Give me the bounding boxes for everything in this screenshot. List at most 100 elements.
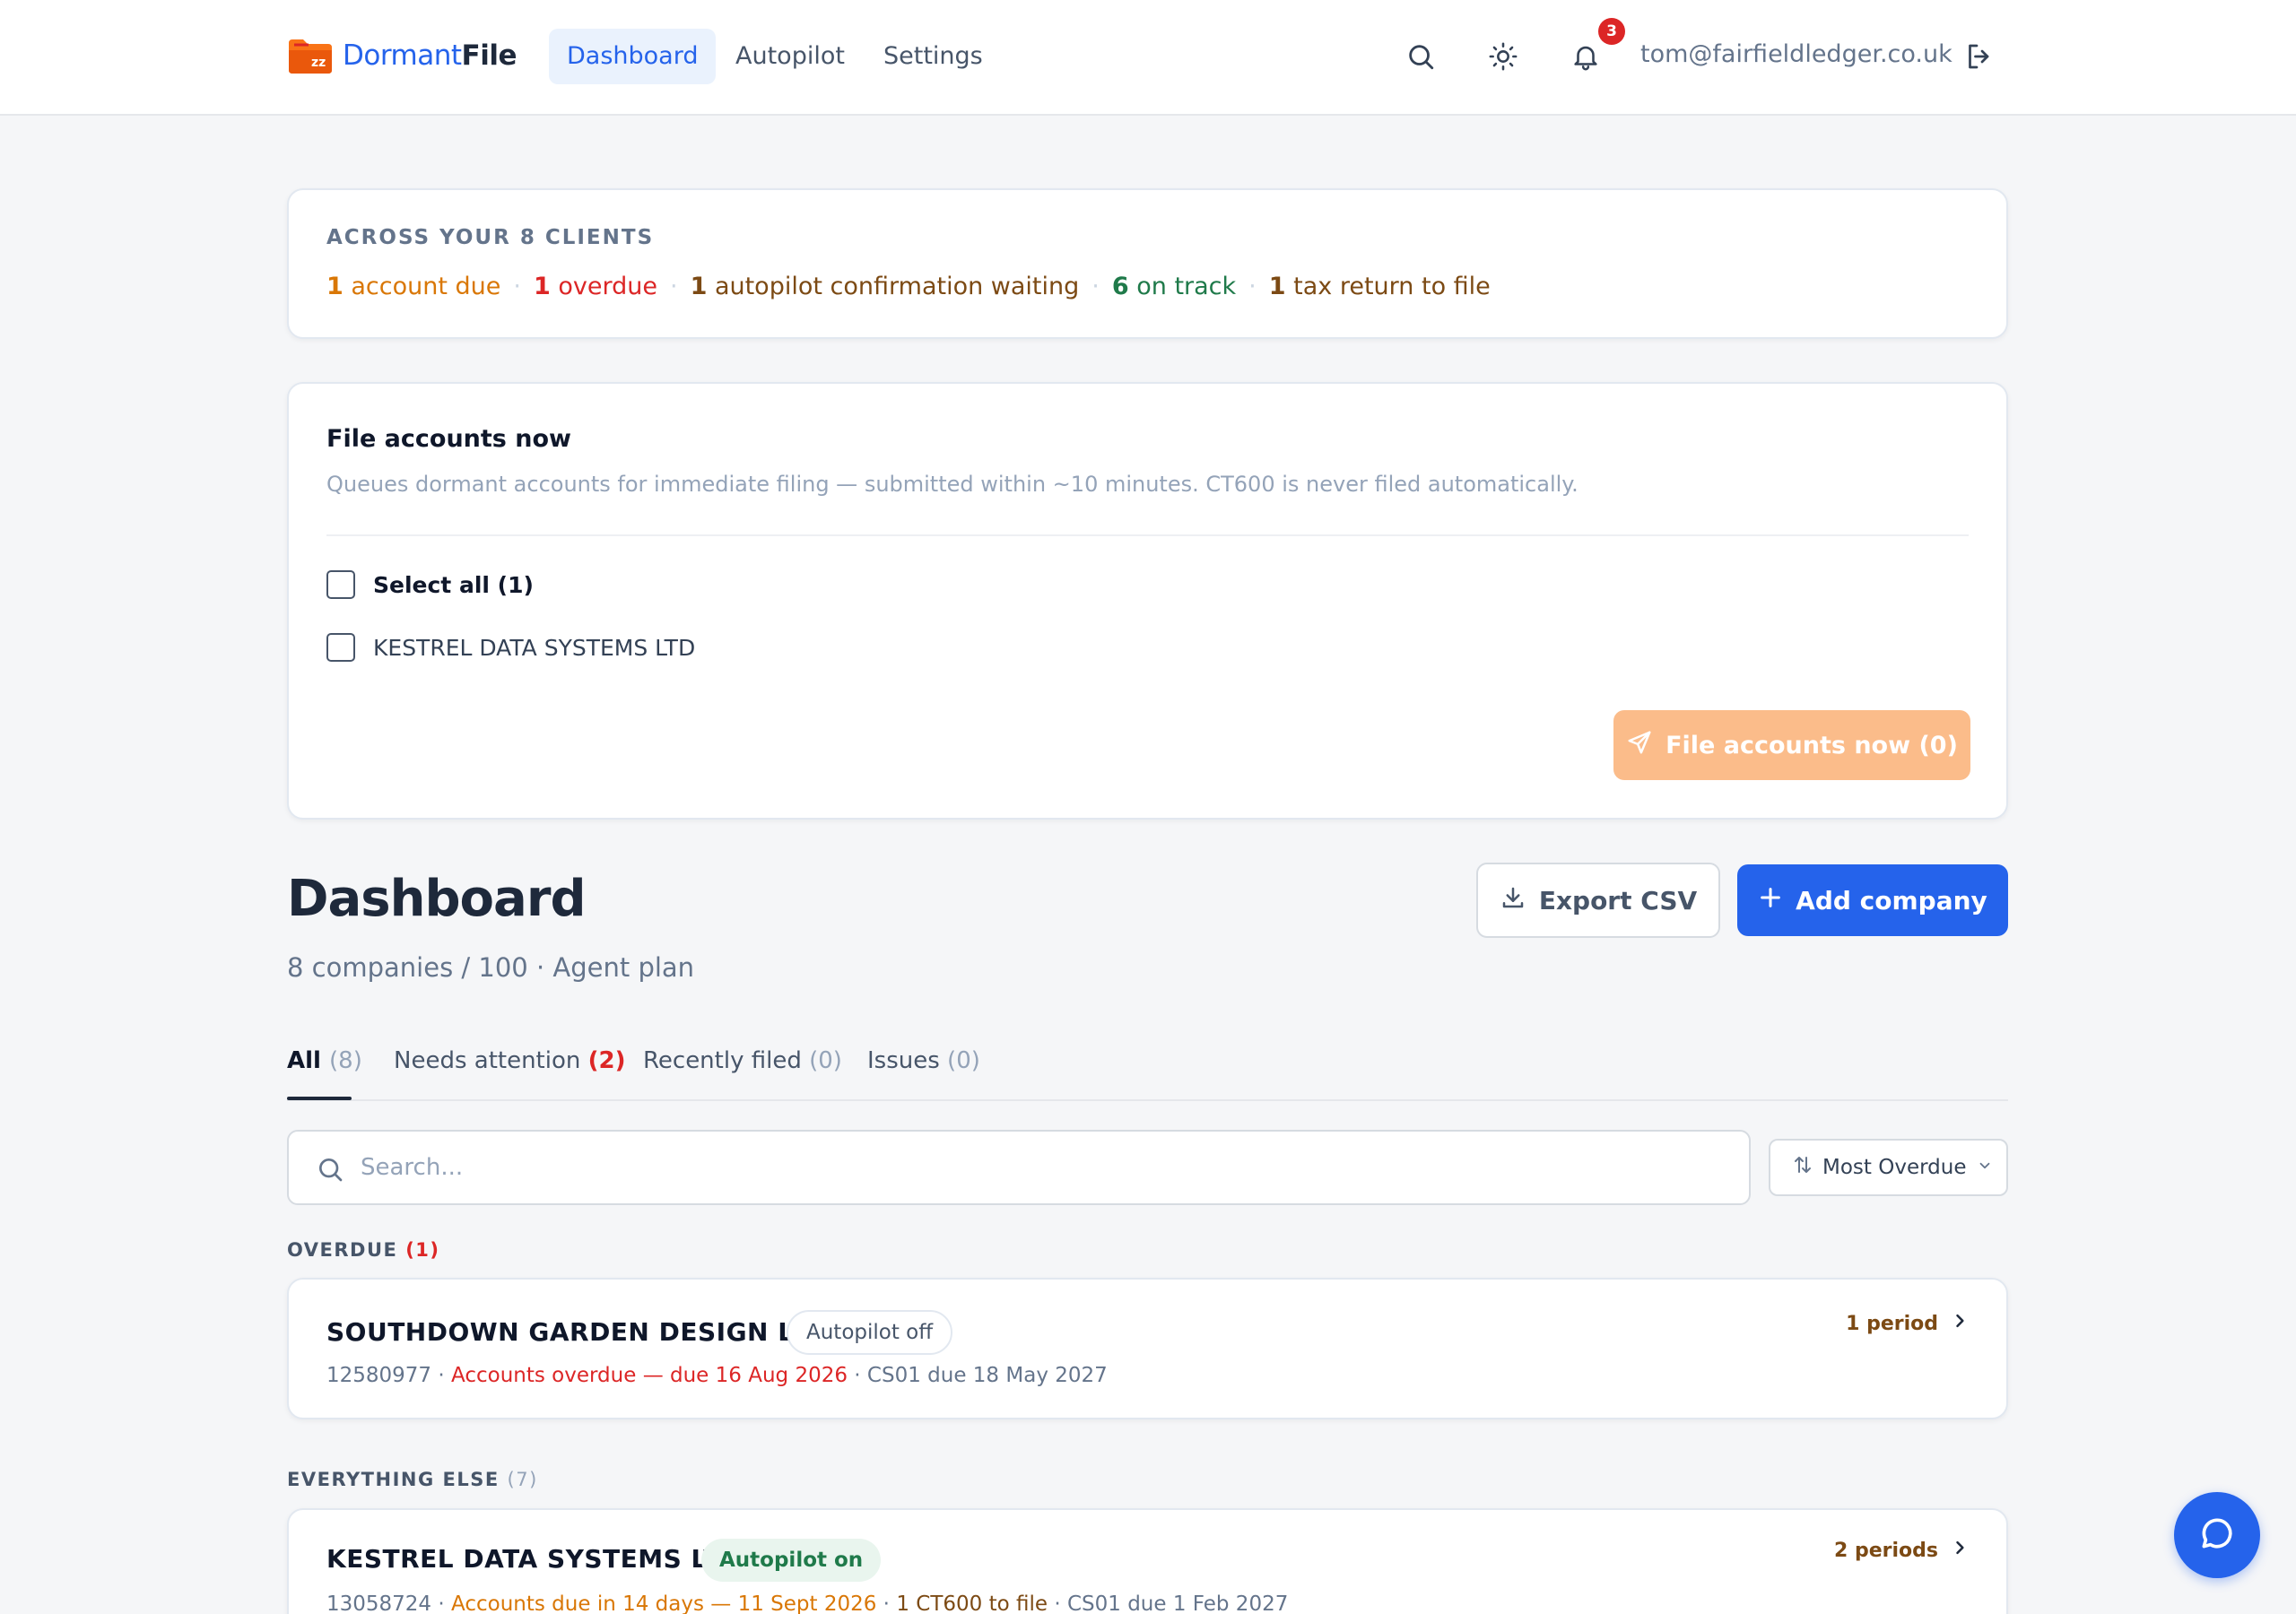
tab-issues[interactable]: Issues (0) <box>867 1047 980 1074</box>
tab-label: Issues <box>867 1047 940 1074</box>
chevron-right-icon <box>1938 1312 1969 1335</box>
meta-separator: · <box>847 1364 867 1387</box>
file-accounts-description: Queues dormant accounts for immediate fi… <box>326 472 1578 497</box>
summary-stats: 1 account due · 1 overdue · 1 autopilot conf… <box>326 273 1491 300</box>
tab-all[interactable]: All (8) <box>287 1047 362 1074</box>
svg-text:zz: zz <box>311 56 326 70</box>
search-input[interactable] <box>361 1132 1706 1203</box>
tab-label: Recently filed <box>643 1047 802 1074</box>
stat-number: 1 <box>326 273 344 300</box>
stat-number: 1 <box>533 273 551 300</box>
select-all-row[interactable]: Select all (1) <box>326 570 534 599</box>
stat-separator: · <box>1248 273 1257 300</box>
accounts-status: Accounts overdue — due 16 Aug 2026 <box>451 1364 848 1387</box>
section-label-everything-else: EVERYTHING ELSE (7) <box>287 1469 538 1490</box>
client-summary-card: ACROSS YOUR 8 CLIENTS 1 account due · 1 ov… <box>287 188 2008 339</box>
stat-tax-return[interactable]: 1 tax return to file <box>1269 273 1491 300</box>
logo-part-file: File <box>461 39 517 72</box>
stat-number: 1 <box>690 273 708 300</box>
periods-label: 2 periods <box>1834 1539 1938 1562</box>
stat-number: 6 <box>1111 273 1129 300</box>
page-title: Dashboard <box>287 870 587 928</box>
section-title: OVERDUE <box>287 1239 398 1261</box>
active-tab-indicator <box>287 1097 352 1100</box>
bell-icon[interactable] <box>1565 36 1606 77</box>
meta-separator: · <box>876 1592 897 1614</box>
summary-heading: ACROSS YOUR 8 CLIENTS <box>326 226 655 249</box>
autopilot-status-badge: Autopilot on <box>701 1539 882 1582</box>
download-icon <box>1500 884 1539 917</box>
section-title: EVERYTHING ELSE <box>287 1469 500 1490</box>
cs01-due: CS01 due 1 Feb 2027 <box>1066 1592 1289 1614</box>
stat-accounts-due[interactable]: 1 account due <box>326 273 500 300</box>
stat-separator: · <box>1091 273 1100 300</box>
logo-wordmark: DormantFile <box>343 39 517 72</box>
meta-separator: · <box>1048 1592 1067 1614</box>
periods-link[interactable]: 2 periods <box>1834 1539 1969 1562</box>
sort-selected-label: Most Overdue <box>1822 1156 1967 1179</box>
chat-support-button[interactable] <box>2174 1492 2260 1578</box>
chat-bubble-icon <box>2197 1514 2237 1557</box>
tabs-divider <box>287 1099 2008 1101</box>
tab-count: (0) <box>947 1047 980 1074</box>
autopilot-status-badge: Autopilot off <box>787 1310 953 1355</box>
stat-on-track[interactable]: 6 on track <box>1112 273 1236 300</box>
company-name[interactable]: SOUTHDOWN GARDEN DESIGN LTD <box>326 1317 829 1347</box>
file-accounts-card: File accounts now Queues dormant account… <box>287 382 2008 820</box>
nav-settings[interactable]: Settings <box>865 29 1001 84</box>
notification-badge: 3 <box>1598 18 1625 45</box>
company-number: 12580977 <box>326 1364 432 1387</box>
add-company-button[interactable]: Add company <box>1737 864 2008 936</box>
accounts-status: Accounts due in 14 days — 11 Sept 2026 <box>451 1592 877 1614</box>
tab-needs-attention[interactable]: Needs attention (2) <box>394 1047 625 1074</box>
periods-label: 1 period <box>1846 1312 1938 1335</box>
search-box[interactable] <box>287 1130 1751 1205</box>
stat-autopilot-waiting[interactable]: 1 autopilot confirmation waiting <box>691 273 1080 300</box>
stat-separator: · <box>513 273 521 300</box>
company-select-row[interactable]: KESTREL DATA SYSTEMS LTD <box>326 633 695 662</box>
ct600-status: 1 CT600 to file <box>896 1592 1048 1614</box>
logo-part-dormant: Dormant <box>343 39 462 72</box>
export-csv-label: Export CSV <box>1538 885 1698 915</box>
tab-count: (0) <box>809 1047 842 1074</box>
meta-separator: · <box>431 1592 452 1614</box>
stat-text: tax return to file <box>1285 273 1491 300</box>
add-company-label: Add company <box>1796 885 1987 915</box>
periods-link[interactable]: 1 period <box>1846 1312 1969 1335</box>
plus-icon <box>1758 885 1796 916</box>
section-label-overdue: OVERDUE (1) <box>287 1239 440 1261</box>
stat-separator: · <box>669 273 678 300</box>
export-csv-button[interactable]: Export CSV <box>1476 863 1720 938</box>
company-select-label: KESTREL DATA SYSTEMS LTD <box>373 634 696 661</box>
section-count: (1) <box>405 1239 440 1261</box>
nav-autopilot[interactable]: Autopilot <box>718 29 863 84</box>
tab-recently-filed[interactable]: Recently filed (0) <box>643 1047 842 1074</box>
select-all-label: Select all (1) <box>373 571 534 598</box>
section-count: (7) <box>507 1469 538 1490</box>
sort-icon <box>1792 1154 1813 1181</box>
tab-count: (2) <box>587 1047 626 1074</box>
stat-text: on track <box>1128 273 1237 300</box>
tab-label: All <box>287 1047 321 1074</box>
stat-overdue[interactable]: 1 overdue <box>534 273 657 300</box>
sort-dropdown[interactable]: Most Overdue <box>1769 1139 2008 1196</box>
stat-text: autopilot confirmation waiting <box>707 273 1080 300</box>
company-card[interactable]: SOUTHDOWN GARDEN DESIGN LTD Autopilot of… <box>287 1278 2008 1419</box>
company-name[interactable]: KESTREL DATA SYSTEMS LTD <box>326 1544 743 1574</box>
select-all-checkbox[interactable] <box>326 570 355 599</box>
file-accounts-title: File accounts now <box>326 425 571 453</box>
search-icon[interactable] <box>1400 36 1441 77</box>
tab-count: (8) <box>329 1047 362 1074</box>
logo[interactable]: zz DormantFile <box>287 36 517 75</box>
top-navigation-bar: zz DormantFile Dashboard Autopilot Setti… <box>0 0 2296 116</box>
file-accounts-now-button[interactable]: File accounts now (0) <box>1613 710 1970 780</box>
meta-separator: · <box>431 1364 452 1387</box>
sun-icon[interactable] <box>1483 36 1524 77</box>
user-email[interactable]: tom@fairfieldledger.co.uk <box>1640 40 1952 68</box>
logout-icon[interactable] <box>1959 36 2000 77</box>
company-meta: 12580977 · Accounts overdue — due 16 Aug… <box>326 1364 1108 1387</box>
chevron-right-icon <box>1938 1539 1969 1562</box>
company-checkbox[interactable] <box>326 633 355 662</box>
nav-dashboard[interactable]: Dashboard <box>549 29 717 84</box>
company-card[interactable]: KESTREL DATA SYSTEMS LTD Autopilot on 13… <box>287 1508 2008 1614</box>
